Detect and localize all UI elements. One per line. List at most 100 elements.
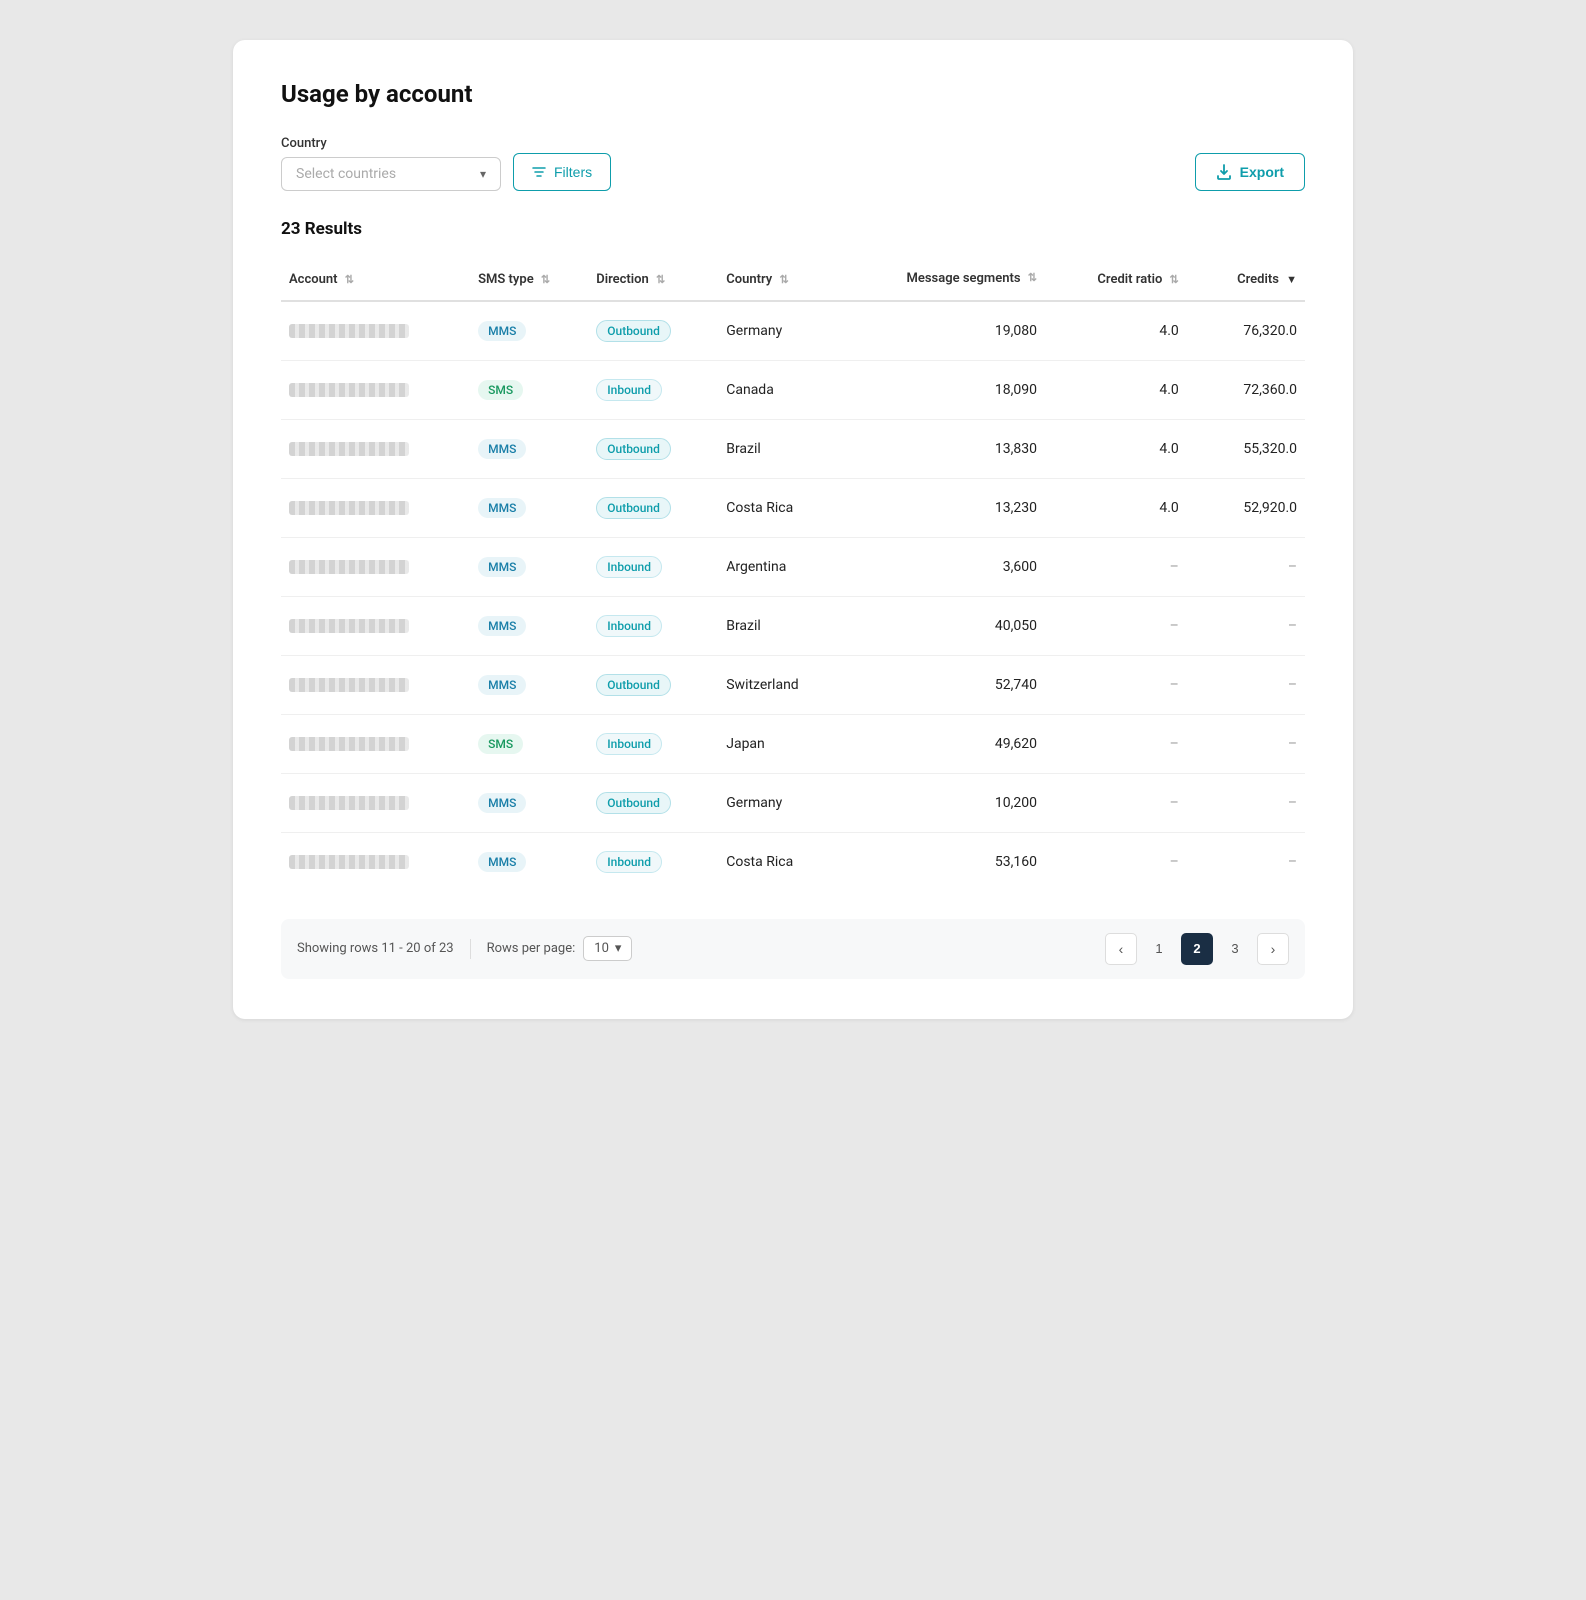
cell-credits: – — [1187, 773, 1305, 832]
cell-credits: – — [1187, 655, 1305, 714]
cell-credits: – — [1187, 537, 1305, 596]
dash: – — [1170, 677, 1179, 693]
cell-account — [281, 832, 470, 891]
direction-badge: Outbound — [596, 792, 671, 814]
cell-smstype: MMS — [470, 419, 588, 478]
cell-creditratio: – — [1045, 773, 1187, 832]
cell-msgseg: 13,230 — [872, 478, 1045, 537]
cell-country: Argentina — [718, 537, 872, 596]
col-header-account[interactable]: Account ⇅ — [281, 259, 470, 301]
dash: – — [1288, 854, 1297, 870]
direction-badge: Inbound — [596, 556, 662, 578]
cell-credits: – — [1187, 832, 1305, 891]
account-blur — [289, 737, 409, 751]
smstype-badge: MMS — [478, 557, 526, 577]
cell-credits: 72,360.0 — [1187, 360, 1305, 419]
page-3-button[interactable]: 3 — [1219, 933, 1251, 965]
filters-button[interactable]: Filters — [513, 153, 611, 191]
cell-msgseg: 53,160 — [872, 832, 1045, 891]
page-1-button[interactable]: 1 — [1143, 933, 1175, 965]
cell-account — [281, 301, 470, 361]
cell-smstype: MMS — [470, 773, 588, 832]
cell-credits: – — [1187, 714, 1305, 773]
account-blur — [289, 796, 409, 810]
cell-credits: – — [1187, 596, 1305, 655]
dash: – — [1288, 795, 1297, 811]
country-select[interactable]: Select countries ▾ — [281, 157, 501, 191]
next-page-button[interactable]: › — [1257, 933, 1289, 965]
sort-icon-msgseg: ⇅ — [1028, 271, 1037, 285]
country-filter-group: Country Select countries ▾ — [281, 136, 501, 191]
cell-direction: Inbound — [588, 537, 718, 596]
account-blur — [289, 560, 409, 574]
cell-creditratio: 4.0 — [1045, 478, 1187, 537]
cell-account — [281, 360, 470, 419]
filters-row: Country Select countries ▾ Filters Expor… — [281, 136, 1305, 191]
table-row: MMSInboundBrazil40,050–– — [281, 596, 1305, 655]
col-header-smstype[interactable]: SMS type ⇅ — [470, 259, 588, 301]
col-header-creditratio[interactable]: Credit ratio ⇅ — [1045, 259, 1187, 301]
chevron-down-icon: ▾ — [480, 167, 486, 181]
dash: – — [1288, 677, 1297, 693]
col-header-country[interactable]: Country ⇅ — [718, 259, 872, 301]
cell-smstype: SMS — [470, 360, 588, 419]
dash: – — [1170, 854, 1179, 870]
account-blur — [289, 855, 409, 869]
dash: – — [1288, 618, 1297, 634]
cell-smstype: MMS — [470, 301, 588, 361]
dash: – — [1170, 559, 1179, 575]
table-row: MMSOutboundCosta Rica13,2304.052,920.0 — [281, 478, 1305, 537]
export-button[interactable]: Export — [1195, 153, 1305, 191]
col-header-msgseg[interactable]: Message segments ⇅ — [872, 259, 1045, 301]
cell-msgseg: 49,620 — [872, 714, 1045, 773]
cell-country: Brazil — [718, 596, 872, 655]
dash: – — [1170, 736, 1179, 752]
prev-page-button[interactable]: ‹ — [1105, 933, 1137, 965]
cell-smstype: MMS — [470, 832, 588, 891]
cell-account — [281, 478, 470, 537]
cell-smstype: MMS — [470, 596, 588, 655]
smstype-badge: MMS — [478, 321, 526, 341]
results-count: 23 Results — [281, 219, 1305, 239]
dash: – — [1288, 736, 1297, 752]
sort-icon-direction: ⇅ — [656, 273, 665, 286]
pagination-left: Showing rows 11 - 20 of 23 Rows per page… — [297, 936, 632, 961]
direction-badge: Outbound — [596, 497, 671, 519]
cell-creditratio: 4.0 — [1045, 360, 1187, 419]
cell-account — [281, 537, 470, 596]
table-row: MMSOutboundGermany19,0804.076,320.0 — [281, 301, 1305, 361]
cell-country: Japan — [718, 714, 872, 773]
account-blur — [289, 501, 409, 515]
col-header-direction[interactable]: Direction ⇅ — [588, 259, 718, 301]
table-row: MMSOutboundSwitzerland52,740–– — [281, 655, 1305, 714]
col-header-credits[interactable]: Credits ▼ — [1187, 259, 1305, 301]
cell-direction: Outbound — [588, 419, 718, 478]
account-blur — [289, 619, 409, 633]
cell-account — [281, 773, 470, 832]
direction-badge: Inbound — [596, 379, 662, 401]
cell-country: Germany — [718, 301, 872, 361]
cell-creditratio: – — [1045, 714, 1187, 773]
smstype-badge: MMS — [478, 852, 526, 872]
account-blur — [289, 383, 409, 397]
cell-country: Costa Rica — [718, 478, 872, 537]
dash: – — [1288, 559, 1297, 575]
cell-smstype: SMS — [470, 714, 588, 773]
rows-per-page-select[interactable]: 10 ▾ — [583, 936, 632, 961]
smstype-badge: SMS — [478, 380, 523, 400]
cell-msgseg: 3,600 — [872, 537, 1045, 596]
cell-direction: Outbound — [588, 478, 718, 537]
rows-per-page-value: 10 — [594, 941, 609, 956]
rows-per-page: Rows per page: 10 ▾ — [487, 936, 633, 961]
direction-badge: Inbound — [596, 615, 662, 637]
page-2-button[interactable]: 2 — [1181, 933, 1213, 965]
cell-creditratio: – — [1045, 655, 1187, 714]
table-row: SMSInboundJapan49,620–– — [281, 714, 1305, 773]
usage-table: Account ⇅ SMS type ⇅ Direction ⇅ Country… — [281, 259, 1305, 891]
cell-credits: 76,320.0 — [1187, 301, 1305, 361]
sort-icon-country: ⇅ — [779, 273, 788, 286]
page-title: Usage by account — [281, 80, 1305, 108]
cell-msgseg: 10,200 — [872, 773, 1045, 832]
pagination-bar: Showing rows 11 - 20 of 23 Rows per page… — [281, 919, 1305, 979]
cell-smstype: MMS — [470, 537, 588, 596]
